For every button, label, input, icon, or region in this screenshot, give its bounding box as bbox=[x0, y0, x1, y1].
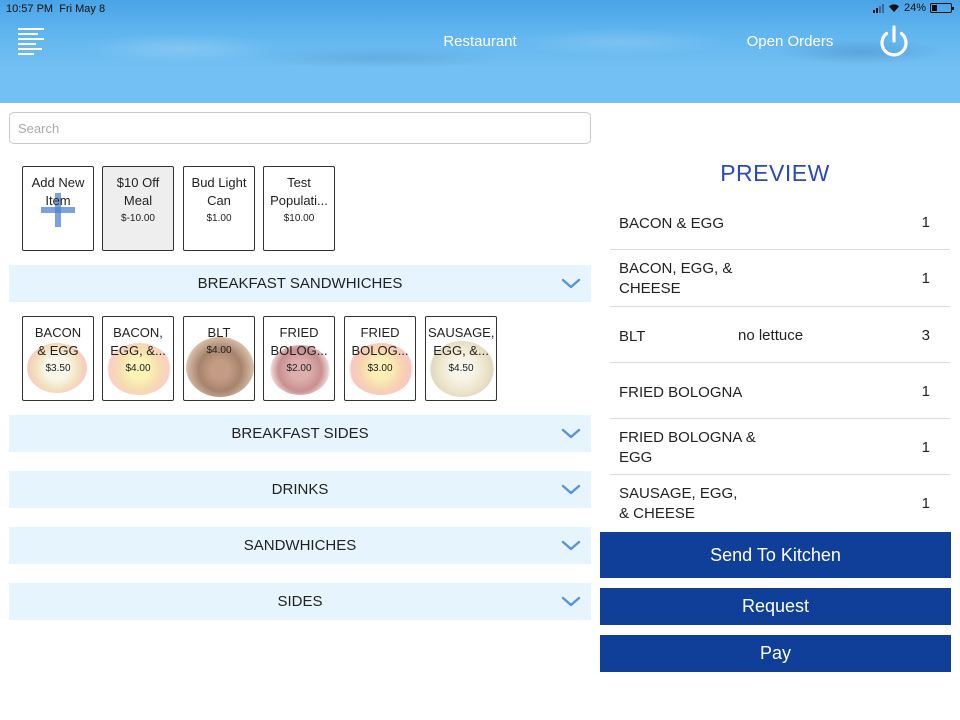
battery-icon bbox=[930, 3, 954, 13]
preview-item-qty: 1 bbox=[921, 383, 930, 400]
preview-item-qty: 1 bbox=[921, 439, 930, 456]
tile-price: $-10.00 bbox=[121, 213, 155, 224]
sub-header-bar bbox=[0, 66, 960, 103]
open-orders-button[interactable]: Open Orders bbox=[730, 33, 850, 50]
preview-item-qty: 1 bbox=[921, 214, 930, 231]
preview-row[interactable]: BLT no lettuce 3 bbox=[610, 307, 950, 363]
tile-name: BACON & EGG bbox=[34, 325, 82, 358]
bud-light-tile[interactable]: Bud Light Can $1.00 bbox=[183, 166, 255, 251]
status-indicators: 24% bbox=[872, 2, 954, 14]
category-breakfast-sides[interactable]: BREAKFAST SIDES bbox=[9, 415, 591, 452]
tile-price: $10.00 bbox=[283, 213, 315, 224]
battery-percent: 24% bbox=[903, 2, 926, 14]
test-population-tile[interactable]: Test Populati... $10.00 bbox=[263, 166, 335, 251]
tile-price: $3.50 bbox=[45, 363, 71, 374]
tile-name: FRIED BOLOG... bbox=[351, 325, 409, 358]
chevron-down-icon bbox=[561, 278, 581, 289]
category-drinks[interactable]: DRINKS bbox=[9, 471, 591, 508]
menu-item-tile[interactable]: BACON & EGG $3.50 bbox=[22, 316, 94, 401]
preview-item-name: SAUSAGE, EGG, & CHEESE bbox=[619, 485, 738, 522]
preview-item-name: BACON, EGG, & CHEESE bbox=[619, 260, 733, 297]
menu-item-tile[interactable]: FRIED BOLOG... $2.00 bbox=[263, 316, 335, 401]
wifi-icon bbox=[888, 4, 899, 12]
preview-item-qty: 1 bbox=[921, 270, 930, 287]
category-label: DRINKS bbox=[271, 481, 329, 498]
tile-name: BACON, EGG, &... bbox=[110, 325, 166, 358]
preview-item-name: FRIED BOLOGNA & EGG bbox=[619, 429, 756, 466]
chevron-down-icon bbox=[561, 428, 581, 439]
preview-row[interactable]: FRIED BOLOGNA 1 bbox=[610, 363, 950, 419]
request-button[interactable]: Request bbox=[600, 588, 951, 625]
tile-price: $4.00 bbox=[125, 363, 151, 374]
tile-price: $1.00 bbox=[206, 213, 232, 224]
menu-item-tile[interactable]: BACON, EGG, &... $4.00 bbox=[102, 316, 174, 401]
menu-item-tile[interactable]: FRIED BOLOG... $3.00 bbox=[344, 316, 416, 401]
tile-name: FRIED BOLOG... bbox=[270, 325, 328, 358]
category-label: SANDWHICHES bbox=[243, 537, 357, 554]
preview-row[interactable]: FRIED BOLOGNA & EGG 1 bbox=[610, 419, 950, 475]
preview-item-name: BACON & EGG bbox=[619, 215, 725, 232]
discount-tile[interactable]: $10 Off Meal $-10.00 bbox=[102, 166, 174, 251]
tile-name: Test Populati... bbox=[270, 175, 328, 208]
preview-item-name: BLT bbox=[619, 328, 646, 345]
category-breakfast-sandwiches[interactable]: BREAKFAST SANDWHICHES bbox=[9, 265, 591, 302]
category-sandwiches[interactable]: SANDWHICHES bbox=[9, 527, 591, 564]
add-new-item-tile[interactable]: Add New Item bbox=[22, 166, 94, 251]
category-label: SIDES bbox=[277, 593, 323, 610]
tile-price: $2.00 bbox=[286, 363, 312, 374]
page-title: Restaurant bbox=[443, 33, 517, 50]
menu-item-tile[interactable]: SAUSAGE, EGG, &... $4.50 bbox=[425, 316, 497, 401]
status-time: 10:57 PM Fri May 8 bbox=[6, 3, 106, 15]
chevron-down-icon bbox=[561, 484, 581, 495]
tile-name: SAUSAGE, EGG, &... bbox=[428, 325, 495, 358]
tile-name: BLT bbox=[207, 325, 231, 340]
tile-name: Bud Light Can bbox=[191, 175, 247, 208]
tile-price: $4.50 bbox=[448, 363, 474, 374]
pay-button[interactable]: Pay bbox=[600, 635, 951, 672]
chevron-down-icon bbox=[561, 540, 581, 551]
category-sides[interactable]: SIDES bbox=[9, 583, 591, 620]
preview-item-qty: 1 bbox=[921, 495, 930, 512]
send-to-kitchen-button[interactable]: Send To Kitchen bbox=[600, 532, 951, 578]
preview-item-qty: 3 bbox=[921, 327, 930, 344]
preview-title: PREVIEW bbox=[720, 160, 830, 186]
category-label: BREAKFAST SANDWHICHES bbox=[197, 275, 403, 292]
preview-item-name: FRIED BOLOGNA bbox=[619, 384, 743, 401]
power-icon[interactable] bbox=[876, 24, 912, 60]
tile-price: $4.00 bbox=[206, 345, 232, 356]
cellular-signal-icon bbox=[872, 3, 884, 13]
preview-item-note: no lettuce bbox=[738, 327, 804, 344]
preview-row[interactable]: SAUSAGE, EGG, & CHEESE 1 bbox=[610, 475, 950, 531]
top-navigation-bar: 10:57 PM Fri May 8 24% Restaurant Open O… bbox=[0, 0, 960, 66]
preview-row[interactable]: BACON, EGG, & CHEESE 1 bbox=[610, 250, 950, 307]
tile-name: Add New Item bbox=[31, 175, 85, 208]
menu-item-tile[interactable]: BLT $4.00 bbox=[183, 316, 255, 401]
tile-name: $10 Off Meal bbox=[116, 175, 160, 208]
chevron-down-icon bbox=[561, 596, 581, 607]
tile-price: $3.00 bbox=[367, 363, 393, 374]
preview-row[interactable]: BACON & EGG 1 bbox=[610, 194, 950, 250]
hamburger-menu-icon[interactable] bbox=[18, 28, 46, 56]
category-label: BREAKFAST SIDES bbox=[231, 425, 369, 442]
status-bar: 10:57 PM Fri May 8 24% bbox=[0, 0, 960, 18]
search-input[interactable] bbox=[9, 112, 591, 144]
